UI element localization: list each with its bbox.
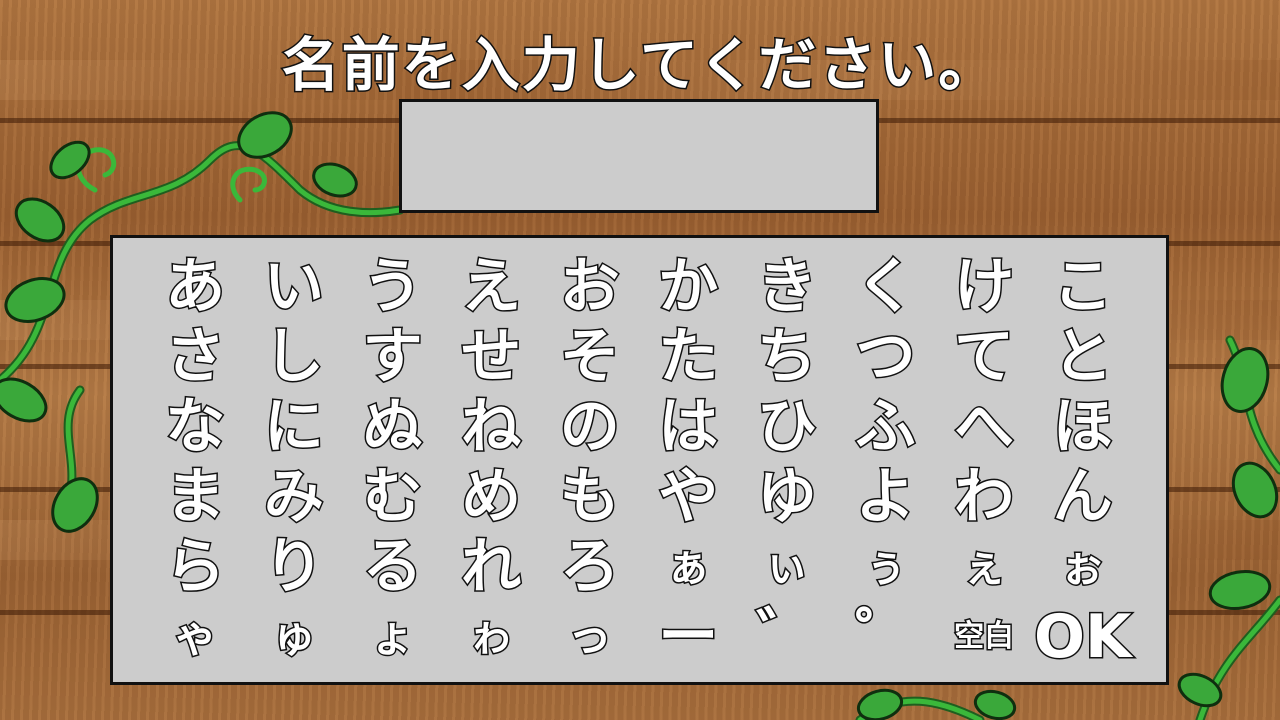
key-0-5[interactable]: か (639, 252, 738, 322)
key-0-8[interactable]: け (935, 252, 1034, 322)
key-4-0[interactable]: ら (146, 532, 245, 602)
space-button[interactable]: 空白 (935, 602, 1034, 672)
key-2-1[interactable]: に (245, 392, 344, 462)
key-5-5[interactable]: ー (639, 602, 738, 672)
key-4-5[interactable]: ぁ (639, 532, 738, 602)
key-1-3[interactable]: せ (442, 322, 541, 392)
key-5-0[interactable]: ゃ (146, 602, 245, 672)
key-0-0[interactable]: あ (146, 252, 245, 322)
key-0-7[interactable]: く (836, 252, 935, 322)
key-1-5[interactable]: た (639, 322, 738, 392)
key-4-3[interactable]: れ (442, 532, 541, 602)
ok-button[interactable]: OK (1032, 602, 1132, 672)
key-2-6[interactable]: ひ (738, 392, 837, 462)
key-0-9[interactable]: こ (1033, 252, 1132, 322)
key-4-7[interactable]: ぅ (836, 532, 935, 602)
key-1-8[interactable]: て (935, 322, 1034, 392)
key-1-0[interactable]: さ (146, 322, 245, 392)
key-2-8[interactable]: へ (935, 392, 1034, 462)
key-4-1[interactable]: り (245, 532, 344, 602)
key-5-6[interactable]: ゛ (738, 602, 837, 672)
key-2-7[interactable]: ふ (836, 392, 935, 462)
key-2-0[interactable]: な (146, 392, 245, 462)
key-3-4[interactable]: も (540, 462, 639, 532)
key-1-4[interactable]: そ (540, 322, 639, 392)
key-0-4[interactable]: お (540, 252, 639, 322)
kana-keyboard: あいうえおかきくけこさしすせそたちつてとなにぬねのはひふへほまみむめもやゆよわん… (146, 252, 1133, 672)
key-4-8[interactable]: ぇ (935, 532, 1034, 602)
key-1-6[interactable]: ち (738, 322, 837, 392)
page-title: 名前を入力してください。 (280, 30, 999, 101)
key-5-3[interactable]: ゎ (442, 602, 541, 672)
key-3-2[interactable]: む (343, 462, 442, 532)
key-1-1[interactable]: し (245, 322, 344, 392)
key-4-9[interactable]: ぉ (1033, 532, 1132, 602)
key-5-7[interactable]: ゜ (836, 602, 935, 672)
key-5-1[interactable]: ゅ (245, 602, 344, 672)
key-3-3[interactable]: め (442, 462, 541, 532)
key-4-4[interactable]: ろ (540, 532, 639, 602)
key-0-3[interactable]: え (442, 252, 541, 322)
key-4-6[interactable]: ぃ (738, 532, 837, 602)
key-5-4[interactable]: っ (540, 602, 639, 672)
key-1-7[interactable]: つ (836, 322, 935, 392)
key-0-2[interactable]: う (343, 252, 442, 322)
key-3-0[interactable]: ま (146, 462, 245, 532)
key-3-5[interactable]: や (639, 462, 738, 532)
key-1-9[interactable]: と (1033, 322, 1132, 392)
key-2-5[interactable]: は (639, 392, 738, 462)
key-2-3[interactable]: ね (442, 392, 541, 462)
key-3-8[interactable]: わ (935, 462, 1034, 532)
key-2-9[interactable]: ほ (1033, 392, 1132, 462)
key-0-6[interactable]: き (738, 252, 837, 322)
key-3-1[interactable]: み (245, 462, 344, 532)
key-3-7[interactable]: よ (836, 462, 935, 532)
key-5-2[interactable]: ょ (343, 602, 442, 672)
name-input-field[interactable] (399, 99, 879, 213)
key-2-4[interactable]: の (540, 392, 639, 462)
key-4-2[interactable]: る (343, 532, 442, 602)
key-2-2[interactable]: ぬ (343, 392, 442, 462)
key-3-6[interactable]: ゆ (738, 462, 837, 532)
key-0-1[interactable]: い (245, 252, 344, 322)
key-1-2[interactable]: す (343, 322, 442, 392)
key-3-9[interactable]: ん (1033, 462, 1132, 532)
